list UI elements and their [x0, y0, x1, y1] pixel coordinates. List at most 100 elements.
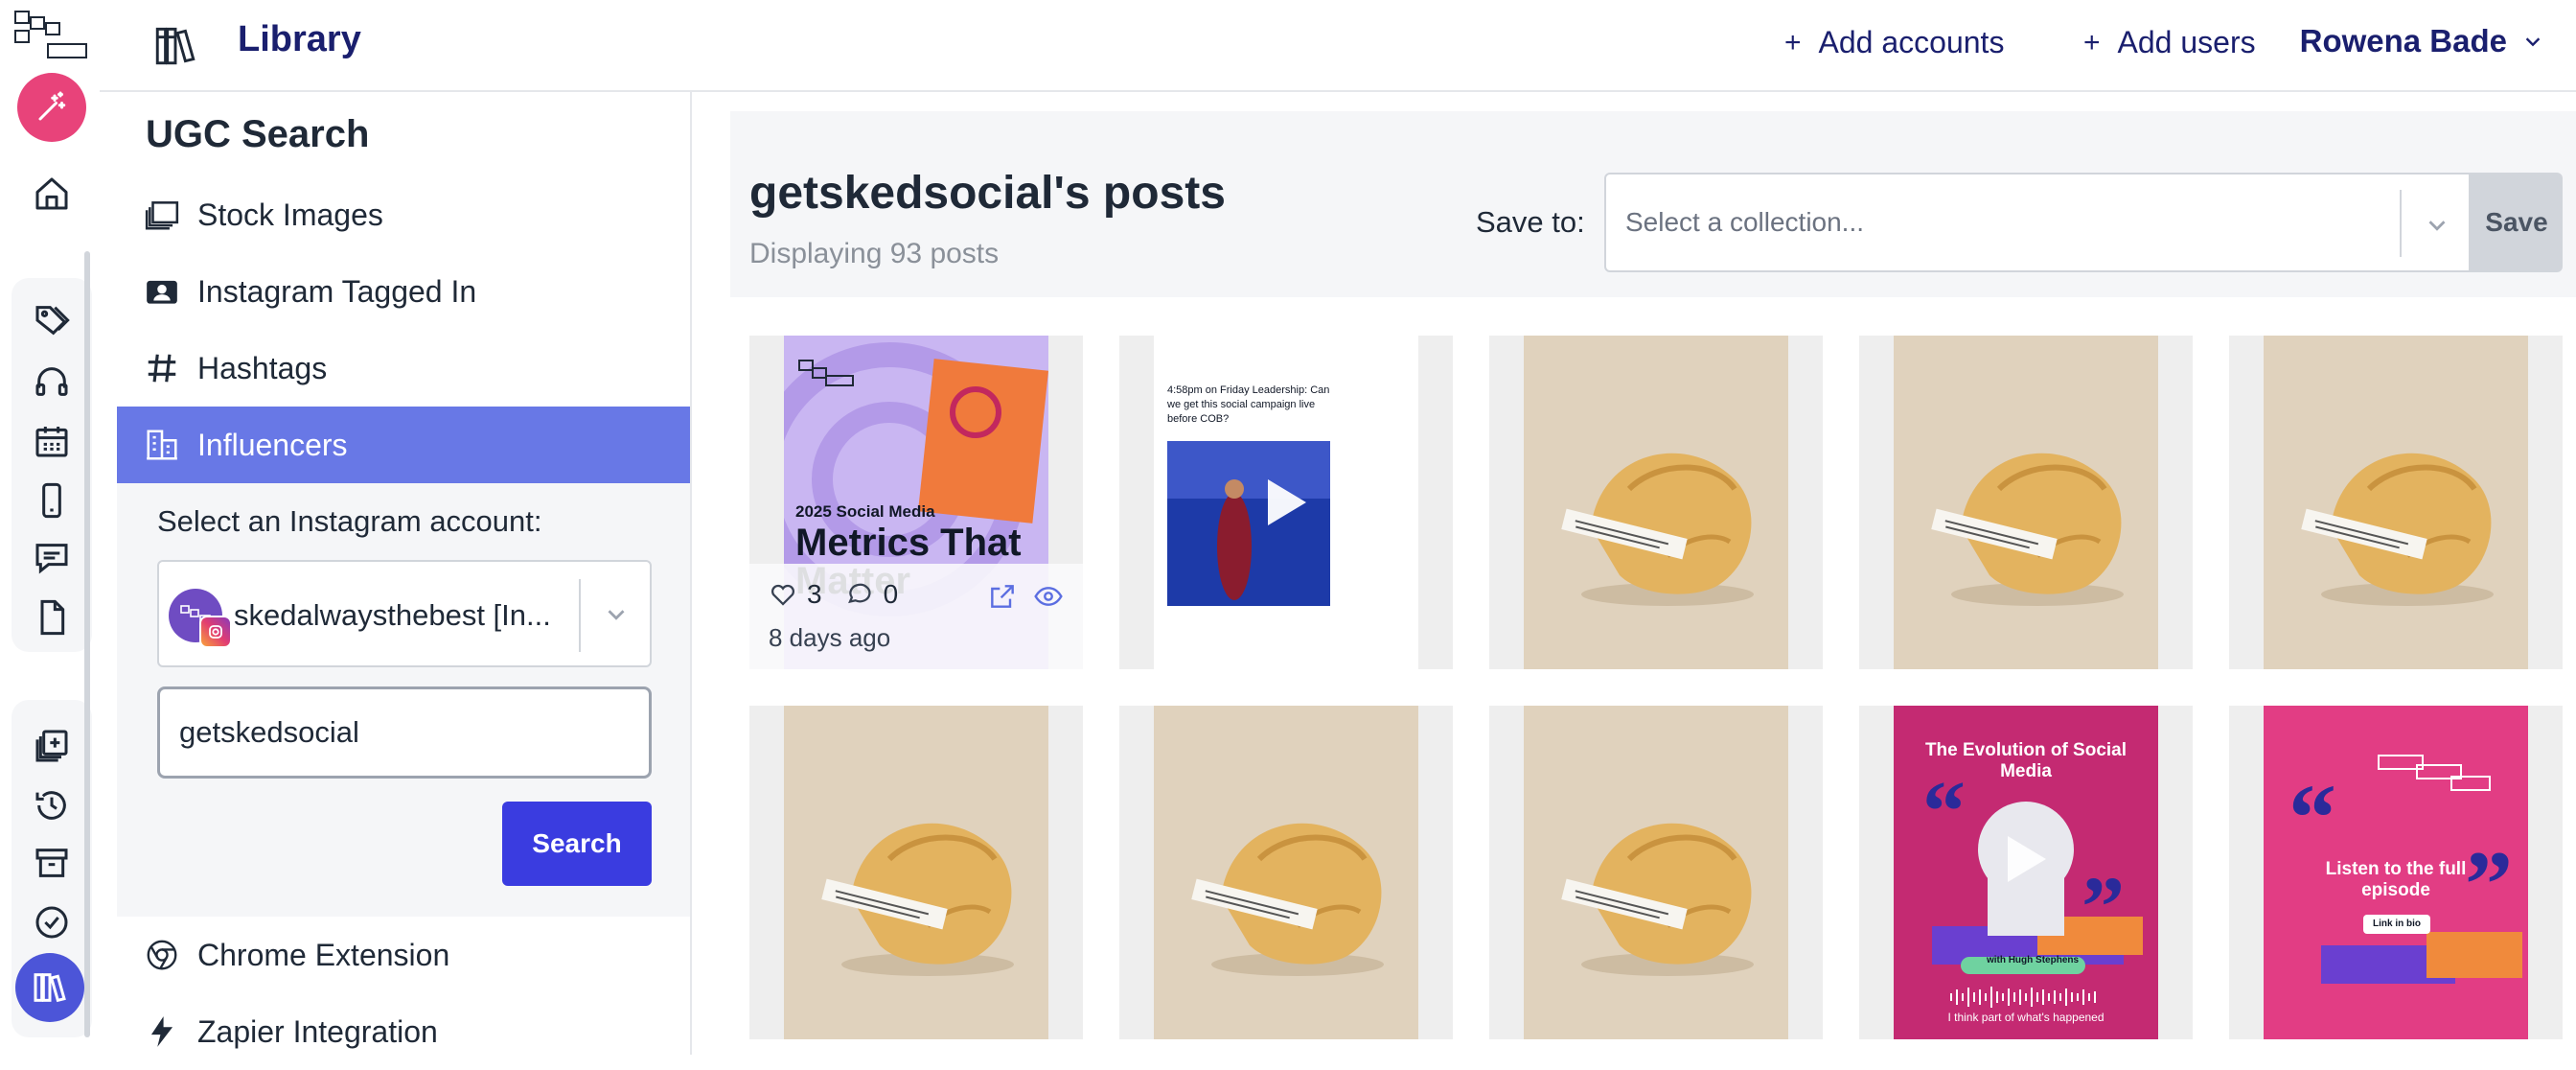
sidebar-item-label: Zapier Integration — [197, 1013, 438, 1049]
chrome-icon — [147, 940, 177, 970]
document-icon[interactable] — [27, 593, 77, 642]
chat-icon[interactable] — [27, 533, 77, 583]
user-menu[interactable]: Rowena Bade — [2300, 23, 2543, 59]
magic-wand-icon[interactable] — [17, 73, 86, 142]
sidebar-item-zapier-integration[interactable]: Zapier Integration — [117, 993, 690, 1070]
building-icon — [147, 430, 177, 460]
post-title: Listen to the full episode — [2325, 859, 2467, 900]
post-tile-4[interactable] — [1859, 336, 2193, 669]
library-sidebar: UGC Search Stock Images Instagram Tagged… — [100, 92, 692, 1055]
post-thumbnail — [784, 706, 1048, 1039]
sidebar-item-hashtags[interactable]: Hashtags — [117, 330, 690, 407]
instagram-icon — [199, 616, 232, 648]
home-icon[interactable] — [27, 169, 77, 219]
comment-count: 0 — [883, 579, 899, 609]
post-tile-8[interactable] — [1489, 706, 1823, 1039]
headphones-icon[interactable] — [27, 357, 77, 407]
post-title: The Evolution of Social Media — [1924, 740, 2128, 781]
sidebar-item-label: Influencers — [197, 427, 348, 462]
play-icon — [2008, 836, 2046, 883]
post-tile-5[interactable] — [2229, 336, 2563, 669]
chevron-down-icon[interactable] — [602, 600, 631, 629]
tag-icon[interactable] — [27, 295, 77, 345]
add-library-icon[interactable] — [27, 721, 77, 771]
person-tag-icon — [147, 280, 177, 304]
page-title: Library — [238, 19, 361, 59]
sked-social-logo[interactable] — [13, 10, 88, 59]
chevron-down-icon — [2525, 37, 2541, 47]
top-header: Library + Add accounts + Add users Rowen… — [100, 0, 2576, 92]
post-guest: with Hugh Stephens — [1986, 955, 2080, 965]
influencer-search-panel: Select an Instagram account: skedalwayst… — [117, 483, 690, 917]
sidebar-item-chrome-extension[interactable]: Chrome Extension — [117, 917, 690, 993]
user-name: Rowena Bade — [2299, 23, 2507, 58]
post-tools — [987, 581, 1064, 612]
sidebar-item-influencers[interactable]: Influencers — [117, 407, 690, 483]
post-thumbnail — [1524, 336, 1788, 669]
post-tile-9[interactable]: “ ” The Evolution of Social Media with H… — [1859, 706, 2193, 1039]
post-age: 8 days ago — [769, 623, 891, 652]
heart-icon — [770, 584, 795, 606]
like-count: 3 — [807, 579, 822, 609]
library-books-icon — [151, 21, 199, 69]
account-select-value: skedalwaysthebest [In... — [234, 598, 551, 632]
instagram-account-select[interactable]: skedalwaysthebest [In... — [157, 560, 652, 667]
library-icon[interactable] — [15, 953, 84, 1022]
comment-icon — [847, 583, 871, 604]
post-tile-6[interactable] — [749, 706, 1083, 1039]
post-thumbnail — [1524, 706, 1788, 1039]
check-circle-icon[interactable] — [27, 897, 77, 947]
save-to-label: Save to: — [1476, 205, 1585, 239]
posts-title: getskedsocial's posts — [749, 168, 1226, 219]
post-stats: 3 0 — [769, 579, 898, 610]
post-tile-1[interactable]: 2025 Social Media Metrics That Matter 3 … — [749, 336, 1083, 669]
archive-icon[interactable] — [27, 838, 77, 888]
handle-search-input[interactable] — [157, 686, 652, 779]
post-headline-small: 2025 Social Media — [795, 502, 935, 521]
post-cta: Link in bio — [2363, 915, 2430, 934]
post-thumbnail — [1154, 706, 1418, 1039]
hashtag-icon — [148, 354, 176, 383]
stock-images-icon — [145, 201, 179, 230]
mobile-icon[interactable] — [27, 476, 77, 525]
chevron-down-icon[interactable] — [2423, 211, 2451, 240]
post-caption: 4:58pm on Friday Leadership: Can we get … — [1167, 384, 1330, 425]
calendar-icon[interactable] — [27, 416, 77, 466]
post-tile-7[interactable] — [1119, 706, 1453, 1039]
post-quote: I think part of what's happened — [1947, 1011, 2104, 1024]
collection-select[interactable]: Select a collection... — [1604, 173, 2471, 272]
post-thumbnail: “ ” Listen to the full episode Link in b… — [2264, 706, 2528, 1039]
sidebar-item-stock-images[interactable]: Stock Images — [117, 176, 690, 253]
post-tile-3[interactable] — [1489, 336, 1823, 669]
post-tile-2[interactable]: 4:58pm on Friday Leadership: Can we get … — [1119, 336, 1453, 669]
add-accounts-button[interactable]: + Add accounts — [1784, 25, 2004, 60]
add-users-button[interactable]: + Add users — [2083, 25, 2256, 60]
plus-icon: + — [2083, 26, 2101, 58]
post-thumbnail — [1894, 336, 2158, 669]
eye-icon[interactable] — [1033, 581, 1064, 612]
history-icon[interactable] — [27, 780, 77, 830]
search-button[interactable]: Search — [502, 802, 652, 886]
posts-count: Displaying 93 posts — [749, 238, 1000, 269]
post-thumbnail — [2264, 336, 2528, 669]
rail-scrollbar[interactable] — [84, 251, 90, 1037]
sidebar-item-instagram-tagged-in[interactable]: Instagram Tagged In — [117, 253, 690, 330]
sidebar-item-label: Instagram Tagged In — [197, 273, 477, 309]
sidebar-item-label: Hashtags — [197, 350, 328, 385]
collection-placeholder: Select a collection... — [1625, 207, 1865, 237]
plus-icon: + — [1784, 26, 1802, 58]
play-icon — [1268, 479, 1306, 525]
post-tile-10[interactable]: “ ” Listen to the full episode Link in b… — [2229, 706, 2563, 1039]
svg-text:“: “ — [2288, 764, 2336, 871]
save-button[interactable]: Save — [2471, 173, 2563, 272]
post-stats-overlay: 3 0 8 days ago — [749, 564, 1083, 669]
select-divider — [2400, 190, 2402, 257]
bolt-icon — [150, 1016, 173, 1047]
account-select-label: Select an Instagram account: — [157, 504, 542, 538]
sidebar-heading: UGC Search — [146, 113, 370, 155]
main-content: getskedsocial's posts Displaying 93 post… — [692, 92, 2576, 1055]
sidebar-item-label: Chrome Extension — [197, 937, 450, 972]
external-link-icon[interactable] — [987, 581, 1018, 612]
icon-rail — [0, 0, 102, 1055]
select-divider — [579, 579, 581, 652]
